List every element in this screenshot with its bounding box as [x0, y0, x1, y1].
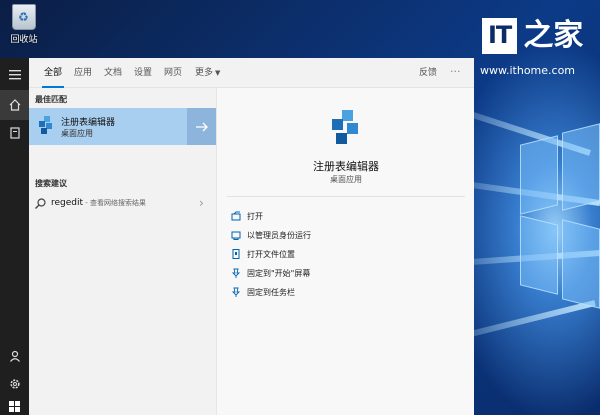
windows-logo-icon — [9, 400, 20, 412]
feedback-button[interactable]: 反馈 — [419, 58, 437, 88]
windows-logo-pane — [562, 219, 600, 309]
file-location-icon — [232, 249, 240, 259]
hamburger-icon — [8, 70, 21, 80]
best-match-heading: 最佳匹配 — [35, 95, 67, 104]
result-details-pane: 注册表编辑器 桌面应用 打开 以管理员身份运行 打开文件位置 固定到"开始"屏幕… — [216, 88, 474, 415]
home-button[interactable] — [0, 90, 29, 120]
watermark-logo-zh: 之家 — [523, 18, 584, 53]
watermark-logo-it: IT — [482, 18, 518, 54]
windows-logo-pane — [520, 215, 558, 295]
hamburger-menu-button[interactable] — [0, 60, 29, 90]
registry-editor-large-icon — [332, 110, 358, 144]
chevron-right-icon: › — [199, 196, 204, 210]
chevron-down-icon: ▼ — [215, 69, 221, 77]
tab-settings[interactable]: 设置 — [134, 58, 152, 88]
tab-documents[interactable]: 文档 — [104, 58, 122, 88]
action-open-label: 打开 — [247, 211, 263, 221]
gear-icon — [9, 379, 20, 389]
pin-taskbar-icon — [231, 287, 241, 297]
windows-logo-pane — [562, 123, 600, 211]
results-list: 最佳匹配 注册表编辑器 桌面应用 搜索建议 regedit - 查看网络搜索结果… — [29, 88, 216, 415]
pin-start-icon — [231, 268, 241, 278]
search-icon — [35, 198, 46, 209]
action-run-as-admin-label: 以管理员身份运行 — [247, 230, 311, 240]
action-run-as-admin[interactable]: 以管理员身份运行 — [231, 227, 311, 243]
user-icon — [9, 350, 20, 362]
documents-button[interactable] — [0, 118, 29, 148]
recycle-bin-desktop-icon[interactable]: 回收站 — [4, 4, 44, 45]
start-left-rail — [0, 58, 29, 415]
action-open[interactable]: 打开 — [231, 208, 263, 224]
web-suggestion-row[interactable]: regedit - 查看网络搜索结果 › — [29, 195, 216, 213]
search-suggestions-heading: 搜索建议 — [35, 179, 67, 188]
suggestion-query: regedit — [51, 198, 84, 208]
registry-editor-icon — [39, 116, 52, 134]
action-pin-to-start[interactable]: 固定到"开始"屏幕 — [231, 265, 310, 281]
expand-details-button[interactable] — [187, 108, 216, 145]
document-icon — [9, 127, 20, 139]
detail-title: 注册表编辑器 — [313, 160, 379, 173]
action-open-file-location-label: 打开文件位置 — [247, 249, 295, 259]
home-icon — [9, 99, 20, 111]
best-match-title: 注册表编辑器 — [61, 118, 116, 128]
action-pin-to-taskbar-label: 固定到任务栏 — [247, 287, 295, 297]
run-as-admin-icon — [231, 231, 241, 240]
tab-apps[interactable]: 应用 — [74, 58, 92, 88]
action-open-file-location[interactable]: 打开文件位置 — [231, 246, 295, 262]
start-button[interactable] — [0, 391, 29, 415]
recycle-bin-label: 回收站 — [10, 35, 38, 45]
divider — [227, 196, 465, 197]
account-button[interactable] — [0, 341, 29, 371]
recycle-bin-icon — [12, 4, 36, 30]
ithome-watermark-logo: IT 之家 — [482, 16, 583, 56]
windows-logo-pane — [520, 135, 558, 215]
action-pin-to-taskbar[interactable]: 固定到任务栏 — [231, 284, 295, 300]
best-match-subtitle: 桌面应用 — [61, 129, 93, 138]
suggestion-description: - 查看网络搜索结果 — [83, 199, 147, 207]
action-pin-to-start-label: 固定到"开始"屏幕 — [247, 268, 311, 278]
tab-web[interactable]: 网页 — [164, 58, 182, 88]
tab-all[interactable]: 全部 — [41, 58, 65, 88]
tab-more-label: 更多 — [195, 68, 214, 78]
watermark-url: www.ithome.com — [480, 64, 576, 77]
open-icon — [231, 211, 241, 221]
more-options-button[interactable]: ··· — [450, 58, 461, 86]
arrow-right-icon — [195, 122, 208, 131]
detail-subtitle: 桌面应用 — [330, 175, 362, 184]
tab-more[interactable]: 更多 ▼ — [195, 58, 220, 88]
search-filter-tabs: 全部 应用 文档 设置 网页 更多 ▼ 反馈 ··· — [29, 58, 474, 88]
search-panel: 全部 应用 文档 设置 网页 更多 ▼ 反馈 ··· 最佳匹配 注册表编辑器 桌面… — [29, 58, 474, 415]
suggestion-text: regedit - 查看网络搜索结果 — [51, 198, 146, 208]
